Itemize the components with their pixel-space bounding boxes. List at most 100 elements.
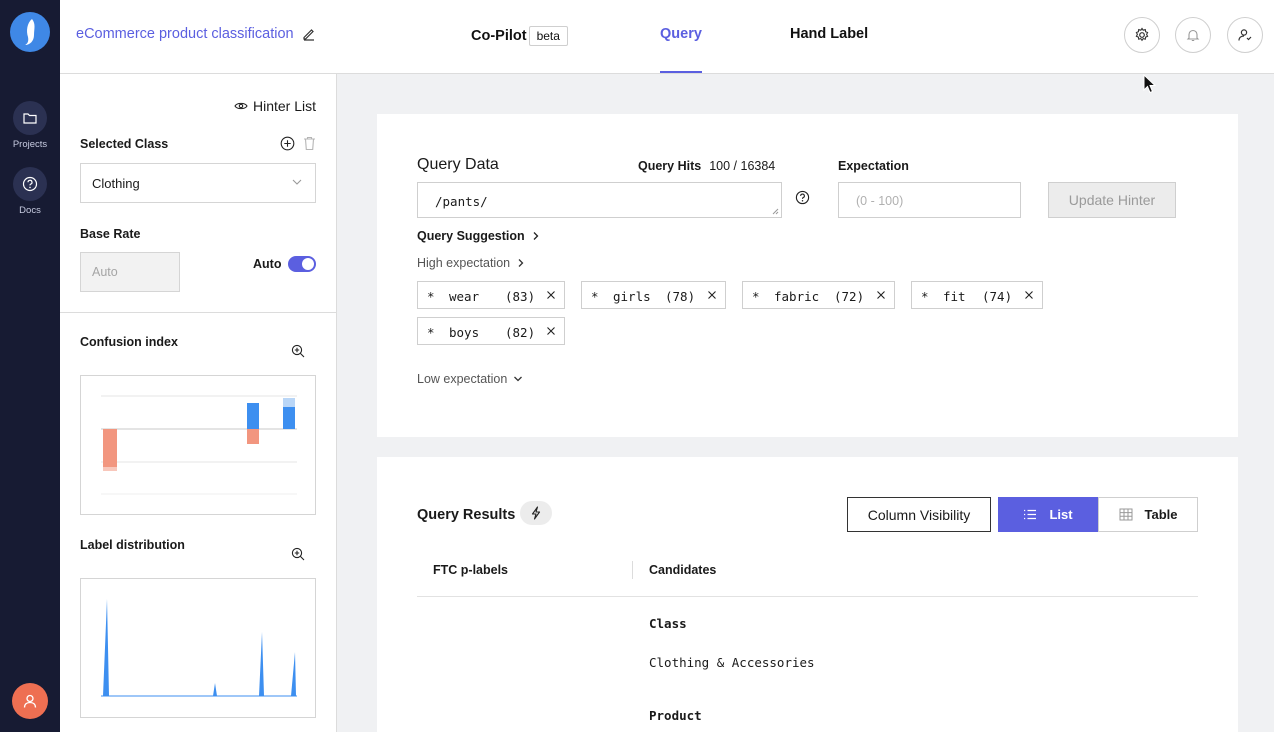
query-input-value: /pants/ <box>435 194 488 209</box>
query-results-title: Query Results <box>417 507 516 523</box>
tab-hand-label[interactable]: Hand Label <box>790 26 868 42</box>
suggestion-chip-fabric[interactable]: * fabric (72) <box>742 281 895 309</box>
tab-query-label: Query <box>660 26 702 42</box>
chip-star: * <box>591 289 599 304</box>
base-rate-input[interactable]: Auto <box>80 252 180 292</box>
suggestion-chip-boys[interactable]: * boys (82) <box>417 317 565 345</box>
expectation-input[interactable]: (0 - 100) <box>838 182 1021 218</box>
gear-icon <box>1135 27 1149 42</box>
high-expectation-toggle[interactable]: High expectation <box>417 256 526 270</box>
beta-badge: beta <box>528 26 568 46</box>
table-view-button[interactable]: Table <box>1098 497 1198 532</box>
user-avatar[interactable] <box>12 683 48 719</box>
user-icon <box>23 694 37 708</box>
query-suggestion-label: Query Suggestion <box>417 229 525 243</box>
confusion-bar-neg-1-shadow <box>103 467 117 471</box>
zoom-in-icon[interactable] <box>291 547 305 561</box>
column-visibility-button[interactable]: Column Visibility <box>847 497 991 532</box>
resize-handle-icon[interactable] <box>772 208 779 215</box>
chip-word: wear <box>449 289 480 304</box>
close-icon[interactable] <box>876 290 886 300</box>
field-key-product: Product <box>649 708 702 723</box>
list-view-label: List <box>1049 507 1073 522</box>
folder-icon <box>23 113 37 124</box>
update-hinter-label: Update Hinter <box>1068 192 1156 208</box>
trash-icon[interactable] <box>303 136 316 151</box>
chip-word: girls <box>613 289 651 304</box>
column-header-candidates[interactable]: Candidates <box>649 563 716 577</box>
settings-button[interactable] <box>1124 17 1160 53</box>
suggestion-chip-girls[interactable]: * girls (78) <box>581 281 726 309</box>
chip-star: * <box>921 289 929 304</box>
rail-item-projects[interactable]: Projects <box>0 101 60 150</box>
top-bar: eCommerce product classification Co-Pilo… <box>60 0 1274 74</box>
chip-word: fit <box>943 289 966 304</box>
class-select[interactable]: Clothing <box>80 163 316 203</box>
confusion-bar-pos-1 <box>247 403 259 429</box>
suggestion-chip-fit[interactable]: * fit (74) <box>911 281 1043 309</box>
user-settings-icon <box>1238 29 1252 41</box>
tab-hand-label-label: Hand Label <box>790 26 869 42</box>
project-title[interactable]: eCommerce product classification <box>76 26 316 42</box>
main-content: Query Data Query Hits 100 / 16384 /pants/… <box>337 74 1274 732</box>
chevron-down-icon <box>514 376 523 382</box>
expectation-label: Expectation <box>838 159 909 173</box>
chip-word: boys <box>449 325 480 340</box>
chevron-down-icon <box>292 179 302 185</box>
project-title-text: eCommerce product classification <box>76 26 294 42</box>
hinter-list-button[interactable]: Hinter List <box>234 98 316 114</box>
suggestion-chip-wear[interactable]: * wear (83) <box>417 281 565 309</box>
list-view-button[interactable]: List <box>998 497 1098 532</box>
chip-score: (83) <box>505 289 536 304</box>
lightning-icon <box>531 506 541 520</box>
eye-icon <box>234 102 248 110</box>
add-class-icon[interactable] <box>280 136 295 151</box>
column-header-ftc-plabels[interactable]: FTC p-labels <box>433 563 508 577</box>
dist-spike-2 <box>213 683 217 696</box>
notifications-button[interactable] <box>1175 17 1211 53</box>
help-icon[interactable] <box>795 190 810 205</box>
lightning-button[interactable] <box>520 501 552 525</box>
close-icon[interactable] <box>707 290 717 300</box>
low-expectation-toggle[interactable]: Low expectation <box>417 372 523 386</box>
bell-icon <box>1186 29 1200 42</box>
rail-item-docs[interactable]: Docs <box>0 167 60 216</box>
update-hinter-button[interactable]: Update Hinter <box>1048 182 1176 218</box>
query-input[interactable]: /pants/ <box>417 182 782 218</box>
account-button[interactable] <box>1227 17 1263 53</box>
base-rate-placeholder: Auto <box>92 265 118 279</box>
label-distribution-chart <box>80 578 316 718</box>
list-icon <box>1024 509 1037 520</box>
close-icon[interactable] <box>546 290 556 300</box>
query-data-title: Query Data <box>417 156 499 173</box>
hinter-side-panel: Hinter List Selected Class Clothing Base… <box>60 74 337 732</box>
zoom-in-icon[interactable] <box>291 344 305 358</box>
tab-query[interactable]: Query <box>660 26 702 42</box>
confusion-index-title: Confusion index <box>80 335 178 349</box>
tab-copilot[interactable]: Co-Pilot beta <box>471 26 568 46</box>
chip-star: * <box>427 289 435 304</box>
side-divider <box>60 312 336 313</box>
selected-class-label: Selected Class <box>80 137 169 151</box>
close-icon[interactable] <box>1024 290 1034 300</box>
app-logo[interactable] <box>10 12 50 52</box>
table-icon <box>1119 508 1132 521</box>
active-tab-indicator <box>660 71 702 73</box>
chip-star: * <box>752 289 760 304</box>
confusion-bar-pos-2-light <box>283 398 295 407</box>
mouse-cursor-icon <box>1143 74 1157 94</box>
class-select-value: Clothing <box>92 176 140 191</box>
hinter-list-label: Hinter List <box>252 98 316 114</box>
expectation-placeholder: (0 - 100) <box>856 194 904 208</box>
tab-copilot-label: Co-Pilot <box>471 28 527 44</box>
field-value-class: Clothing & Accessories <box>649 655 815 670</box>
edit-icon[interactable] <box>302 27 316 41</box>
help-circle-icon <box>22 176 38 192</box>
close-icon[interactable] <box>546 326 556 336</box>
base-rate-label: Base Rate <box>80 227 141 241</box>
high-expectation-label: High expectation <box>417 256 511 270</box>
query-suggestion-toggle[interactable]: Query Suggestion <box>417 229 541 243</box>
chip-score: (72) <box>834 289 865 304</box>
chevron-right-icon <box>518 259 524 267</box>
auto-toggle[interactable] <box>288 256 316 272</box>
